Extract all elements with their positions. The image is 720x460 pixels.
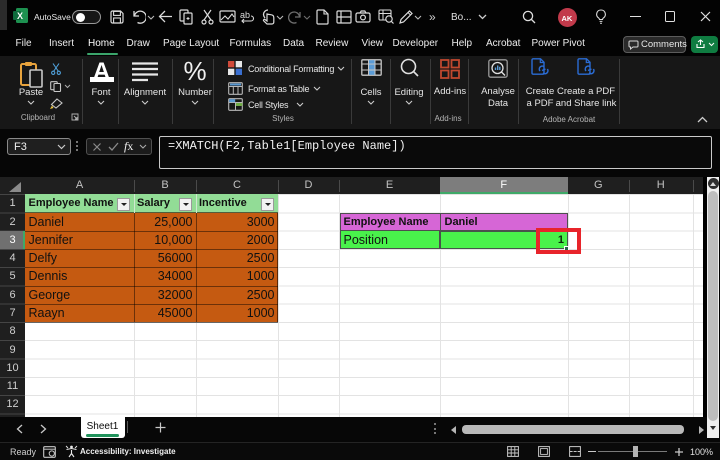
svg-text:ab: ab	[240, 10, 250, 20]
svg-text:X: X	[17, 11, 23, 21]
